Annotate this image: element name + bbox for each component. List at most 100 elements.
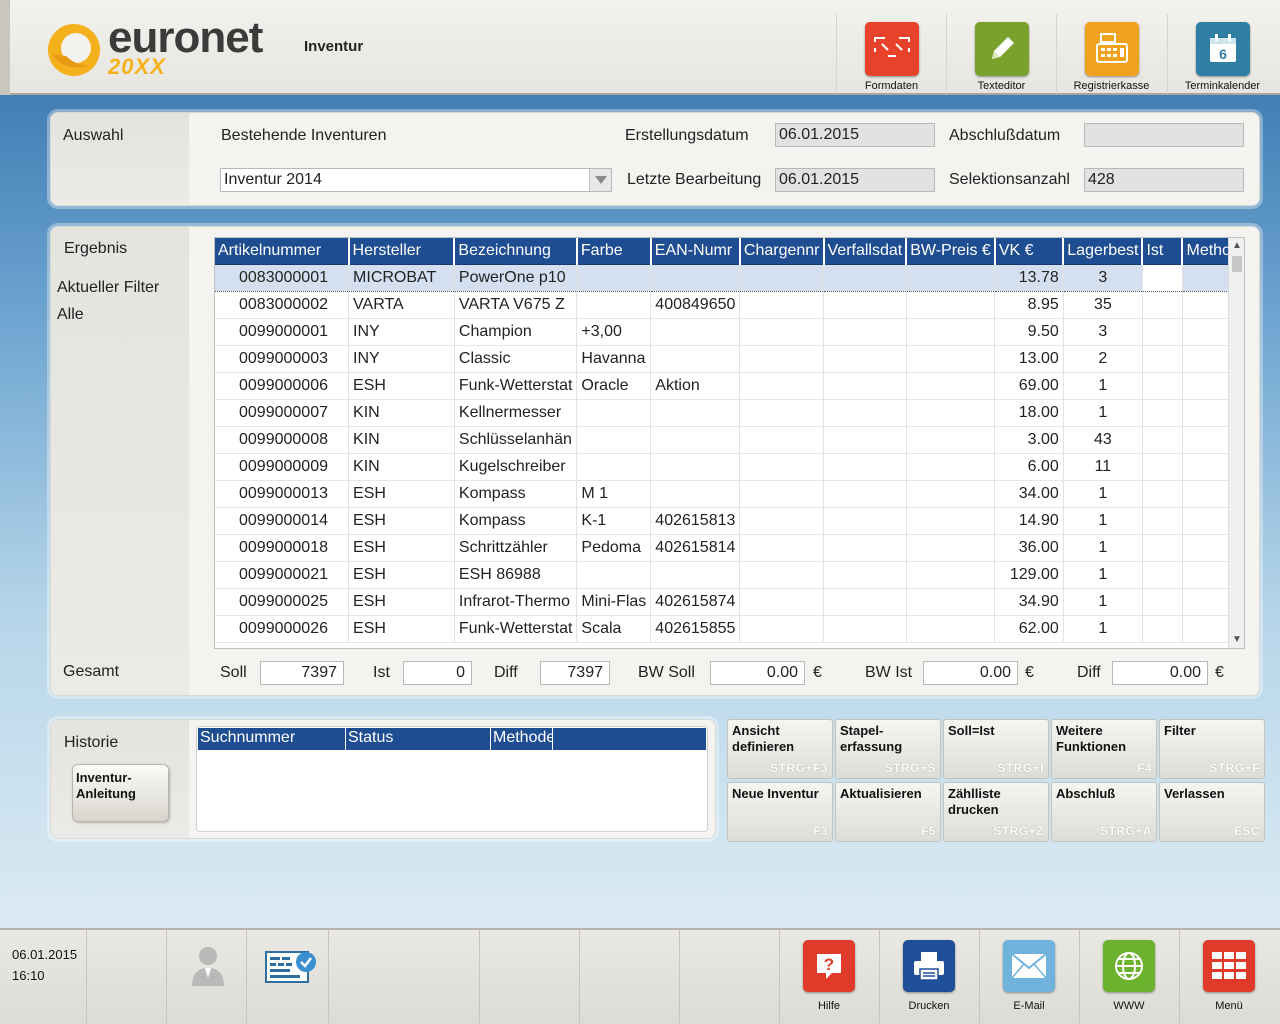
table-cell[interactable]: 8.95 [994,291,1064,319]
table-cell[interactable]: 0099000009 [215,453,350,481]
table-cell[interactable]: Scala [576,615,652,643]
table-row[interactable]: 0099000006 ESH Funk-Wetterstat Oracle Aktion… [215,372,1244,400]
table-cell[interactable]: 14.90 [994,507,1064,535]
table-cell[interactable]: Kompass [454,507,578,535]
table-cell[interactable] [823,480,907,508]
table-row[interactable]: 0099000025 ESH Infrarot-Thermo Mini-Flas 402… [215,588,1244,616]
table-row[interactable]: 0099000021 ESH ESH 86988 129.00 1 [215,561,1244,589]
table-cell[interactable] [739,480,824,508]
table-cell[interactable] [650,561,741,589]
table-cell[interactable]: 35 [1063,291,1143,319]
table-cell[interactable] [576,561,652,589]
table-row[interactable]: 0099000014 ESH Kompass K-1 402615813 14.90 1 [215,507,1244,535]
table-row[interactable]: 0099000009 KIN Kugelschreiber 6.00 11 [215,453,1244,481]
table-cell[interactable]: 129.00 [994,561,1064,589]
table-cell[interactable]: 1 [1063,615,1143,643]
table-cell[interactable] [906,534,996,562]
table-cell[interactable] [823,615,907,643]
table-cell[interactable]: 1 [1063,372,1143,400]
table-cell[interactable]: ESH [348,534,455,562]
table-cell[interactable]: 0099000008 [215,426,350,454]
table-cell[interactable]: K-1 [576,507,652,535]
table-cell[interactable] [650,318,741,346]
table-cell[interactable]: 1 [1063,480,1143,508]
table-cell[interactable] [1142,426,1183,454]
table-cell[interactable]: 0099000018 [215,534,350,562]
table-cell[interactable] [823,588,907,616]
table-cell[interactable]: INY [348,345,455,373]
table-cell[interactable] [1142,615,1183,643]
table-cell[interactable] [739,345,824,373]
table-cell[interactable] [739,263,824,292]
table-cell[interactable] [739,561,824,589]
table-cell[interactable] [576,291,652,319]
table-cell[interactable]: 18.00 [994,399,1064,427]
table-cell[interactable] [576,399,652,427]
table-cell[interactable]: +3,00 [576,318,652,346]
history-table[interactable]: Suchnummer Status Methode [196,726,708,832]
table-cell[interactable]: KIN [348,399,455,427]
table-cell[interactable]: MICROBAT [348,263,455,292]
table-cell[interactable]: 0099000003 [215,345,350,373]
scroll-up-icon[interactable]: ▲ [1229,238,1244,254]
table-cell[interactable] [1142,507,1183,535]
table-cell[interactable]: 34.00 [994,480,1064,508]
table-cell[interactable] [650,263,741,292]
chevron-down-icon[interactable] [589,169,611,191]
table-cell[interactable]: M 1 [576,480,652,508]
table-cell[interactable]: VARTA [348,291,455,319]
table-cell[interactable]: 0099000014 [215,507,350,535]
table-cell[interactable]: Havanna [576,345,652,373]
table-cell[interactable]: Champion [454,318,578,346]
table-cell[interactable]: Classic [454,345,578,373]
action-button-neue-inventur[interactable]: Neue Inventur F3 [727,782,833,842]
table-cell[interactable]: 34.90 [994,588,1064,616]
table-cell[interactable]: 11 [1063,453,1143,481]
www-button[interactable]: WWW [1079,940,1179,1012]
table-cell[interactable] [1142,318,1183,346]
table-row[interactable]: 0099000013 ESH Kompass M 1 34.00 1 [215,480,1244,508]
table-cell[interactable]: 9.50 [994,318,1064,346]
table-cell[interactable]: Oracle [576,372,652,400]
table-scrollbar[interactable]: ▲ ▼ [1228,238,1244,648]
drucken-button[interactable]: Drucken [879,940,979,1012]
table-cell[interactable] [576,263,652,292]
table-cell[interactable]: ESH [348,615,455,643]
table-cell[interactable]: ESH [348,561,455,589]
table-row[interactable]: 0099000003 INY Classic Havanna 13.00 2 [215,345,1244,373]
table-cell[interactable] [906,263,996,292]
table-cell[interactable] [650,453,741,481]
table-cell[interactable] [650,399,741,427]
table-cell[interactable]: 3 [1063,318,1143,346]
column-header[interactable]: Lagerbest [1063,238,1144,265]
table-row[interactable]: 0099000001 INY Champion +3,00 9.50 3 [215,318,1244,346]
table-cell[interactable]: ESH [348,480,455,508]
table-row[interactable]: 0099000026 ESH Funk-Wetterstat Scala 4026158… [215,615,1244,643]
formdaten-button[interactable]: Formdaten [836,14,946,94]
column-header[interactable]: Suchnummer [198,728,346,750]
table-cell[interactable]: Kellnermesser [454,399,578,427]
table-cell[interactable]: ESH [348,372,455,400]
column-header[interactable]: Farbe [576,238,652,265]
table-cell[interactable]: KIN [348,453,455,481]
column-header[interactable]: Status [346,728,491,750]
table-cell[interactable] [823,561,907,589]
action-button-filter[interactable]: Filter STRG+F [1159,719,1265,779]
column-header[interactable]: Ist [1142,238,1184,265]
table-cell[interactable] [906,318,996,346]
action-button-aktualisieren[interactable]: Aktualisieren F5 [835,782,941,842]
table-cell[interactable]: 62.00 [994,615,1064,643]
table-cell[interactable] [906,588,996,616]
action-button-abschluß[interactable]: Abschluß STRG+A [1051,782,1157,842]
hilfe-button[interactable]: ? Hilfe [779,940,879,1012]
column-header[interactable]: EAN-Numr [650,238,741,265]
table-cell[interactable] [823,399,907,427]
table-cell[interactable]: Aktion [650,372,741,400]
table-cell[interactable] [906,291,996,319]
table-cell[interactable] [739,453,824,481]
table-cell[interactable]: ESH [348,507,455,535]
table-cell[interactable] [739,615,824,643]
table-cell[interactable]: 69.00 [994,372,1064,400]
action-button-soll-ist[interactable]: Soll=Ist STRG+I [943,719,1049,779]
table-cell[interactable] [906,372,996,400]
